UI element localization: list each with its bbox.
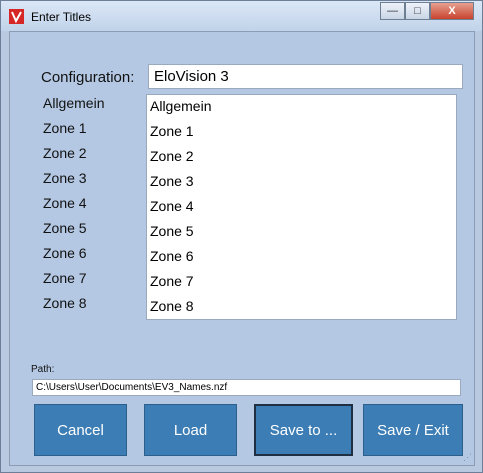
zone-label-8: Zone 8 xyxy=(43,295,87,311)
zone-label-allgemein: Allgemein xyxy=(43,95,105,111)
zone-title-6[interactable]: Zone 6 xyxy=(150,248,194,264)
zone-title-8[interactable]: Zone 8 xyxy=(150,298,194,314)
zone-label-2: Zone 2 xyxy=(43,145,87,161)
load-button[interactable]: Load xyxy=(144,404,237,456)
zone-label-1: Zone 1 xyxy=(43,120,87,136)
zone-title-1[interactable]: Zone 1 xyxy=(150,123,194,139)
path-input[interactable]: C:\Users\User\Documents\EV3_Names.nzf xyxy=(32,379,461,396)
zone-title-7[interactable]: Zone 7 xyxy=(150,273,194,289)
zone-label-6: Zone 6 xyxy=(43,245,87,261)
zone-label-7: Zone 7 xyxy=(43,270,87,286)
zone-title-3[interactable]: Zone 3 xyxy=(150,173,194,189)
title-bar[interactable]: Enter Titles — □ X xyxy=(1,1,482,31)
save-to-button[interactable]: Save to ... xyxy=(254,404,353,456)
zone-label-3: Zone 3 xyxy=(43,170,87,186)
zone-title-2[interactable]: Zone 2 xyxy=(150,148,194,164)
zone-title-4[interactable]: Zone 4 xyxy=(150,198,194,214)
zone-label-5: Zone 5 xyxy=(43,220,87,236)
zone-title-5[interactable]: Zone 5 xyxy=(150,223,194,239)
save-exit-button[interactable]: Save / Exit xyxy=(363,404,463,456)
configuration-label: Configuration: xyxy=(41,69,135,86)
resize-grip-icon[interactable]: ⋰ xyxy=(463,452,472,463)
maximize-button[interactable]: □ xyxy=(405,2,430,20)
enter-titles-window: Enter Titles — □ X Configuration: EloVis… xyxy=(0,0,483,473)
window-title: Enter Titles xyxy=(31,10,92,24)
cancel-button[interactable]: Cancel xyxy=(34,404,127,456)
zone-title-allgemein[interactable]: Allgemein xyxy=(150,98,211,114)
zone-title-list[interactable]: Allgemein Zone 1 Zone 2 Zone 3 Zone 4 Zo… xyxy=(146,94,457,320)
zone-label-4: Zone 4 xyxy=(43,195,87,211)
minimize-button[interactable]: — xyxy=(380,2,405,20)
path-label: Path: xyxy=(31,364,55,375)
close-button[interactable]: X xyxy=(430,2,474,20)
dialog-body: Configuration: EloVision 3 Allgemein Zon… xyxy=(9,31,475,466)
app-icon xyxy=(9,9,24,24)
configuration-input[interactable]: EloVision 3 xyxy=(148,64,463,89)
